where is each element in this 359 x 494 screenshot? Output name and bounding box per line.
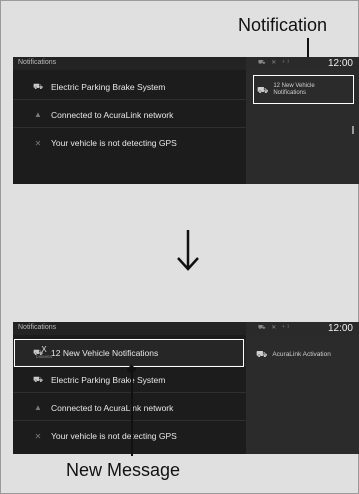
screen-before: Notifications ⛟ ✕ ⁺¹ 12:00 ⛟ Electric Pa… bbox=[13, 57, 359, 184]
scrollbar[interactable] bbox=[352, 126, 354, 134]
status-icons: ⛟ ✕ ⁺¹ bbox=[258, 60, 292, 66]
screen-after: Notifications ⛟ ✕ ⁺¹ 12:00 ⛟ 12 New Vehi… bbox=[13, 322, 359, 454]
acuralink-card-label: AcuraLink Activation bbox=[272, 350, 331, 358]
acuralink-card[interactable]: ⛟ AcuraLink Activation bbox=[256, 347, 356, 361]
list-item[interactable]: ✕ Your vehicle is not detecting GPS bbox=[13, 423, 246, 449]
list-item[interactable]: ✕ Your vehicle is not detecting GPS bbox=[13, 130, 246, 156]
status-bar: ⛟ ✕ ⁺¹ 12:00 bbox=[246, 322, 359, 335]
callout-new-message-label: New Message bbox=[66, 460, 181, 480]
car-icon: ⛟ bbox=[256, 348, 268, 359]
list-item-label: Connected to AcuraLink network bbox=[51, 109, 174, 120]
highlight-box bbox=[14, 339, 244, 367]
list-item-label: Electric Parking Brake System bbox=[51, 374, 166, 385]
car-warning-icon: ⛟ bbox=[32, 81, 44, 91]
gps-off-icon: ✕ bbox=[34, 431, 42, 441]
highlight-box bbox=[253, 75, 354, 104]
callout-notification-label: Notification bbox=[238, 15, 328, 35]
down-arrow-icon bbox=[177, 230, 199, 271]
list-item-label: Electric Parking Brake System bbox=[51, 81, 166, 92]
status-icons: ⛟ ✕ ⁺¹ bbox=[258, 325, 292, 331]
notifications-header: Notifications bbox=[13, 322, 246, 335]
header-title: Notifications bbox=[18, 324, 57, 331]
header-title: Notifications bbox=[18, 59, 57, 66]
list-item-label: Your vehicle is not detecting GPS bbox=[51, 138, 177, 148]
callout-new-message-leader bbox=[131, 371, 133, 456]
clock: 12:00 bbox=[327, 323, 353, 334]
status-bar: ⛟ ✕ ⁺¹ 12:00 bbox=[246, 57, 359, 70]
network-icon: ▲ bbox=[34, 110, 42, 119]
list-item[interactable]: ▲ Connected to AcuraLink network bbox=[13, 395, 246, 421]
car-warning-icon: ⛟ bbox=[32, 374, 44, 384]
list-item[interactable]: ⛟ Electric Parking Brake System bbox=[13, 74, 246, 100]
list-item-label: Your vehicle is not detecting GPS bbox=[51, 431, 177, 441]
clock: 12:00 bbox=[327, 58, 353, 69]
list-item[interactable]: ▲ Connected to AcuraLink network bbox=[13, 102, 246, 128]
network-icon: ▲ bbox=[34, 403, 42, 412]
list-item-label: Connected to AcuraLink network bbox=[51, 402, 174, 413]
notifications-header: Notifications bbox=[13, 57, 246, 70]
gps-off-icon: ✕ bbox=[34, 138, 42, 148]
